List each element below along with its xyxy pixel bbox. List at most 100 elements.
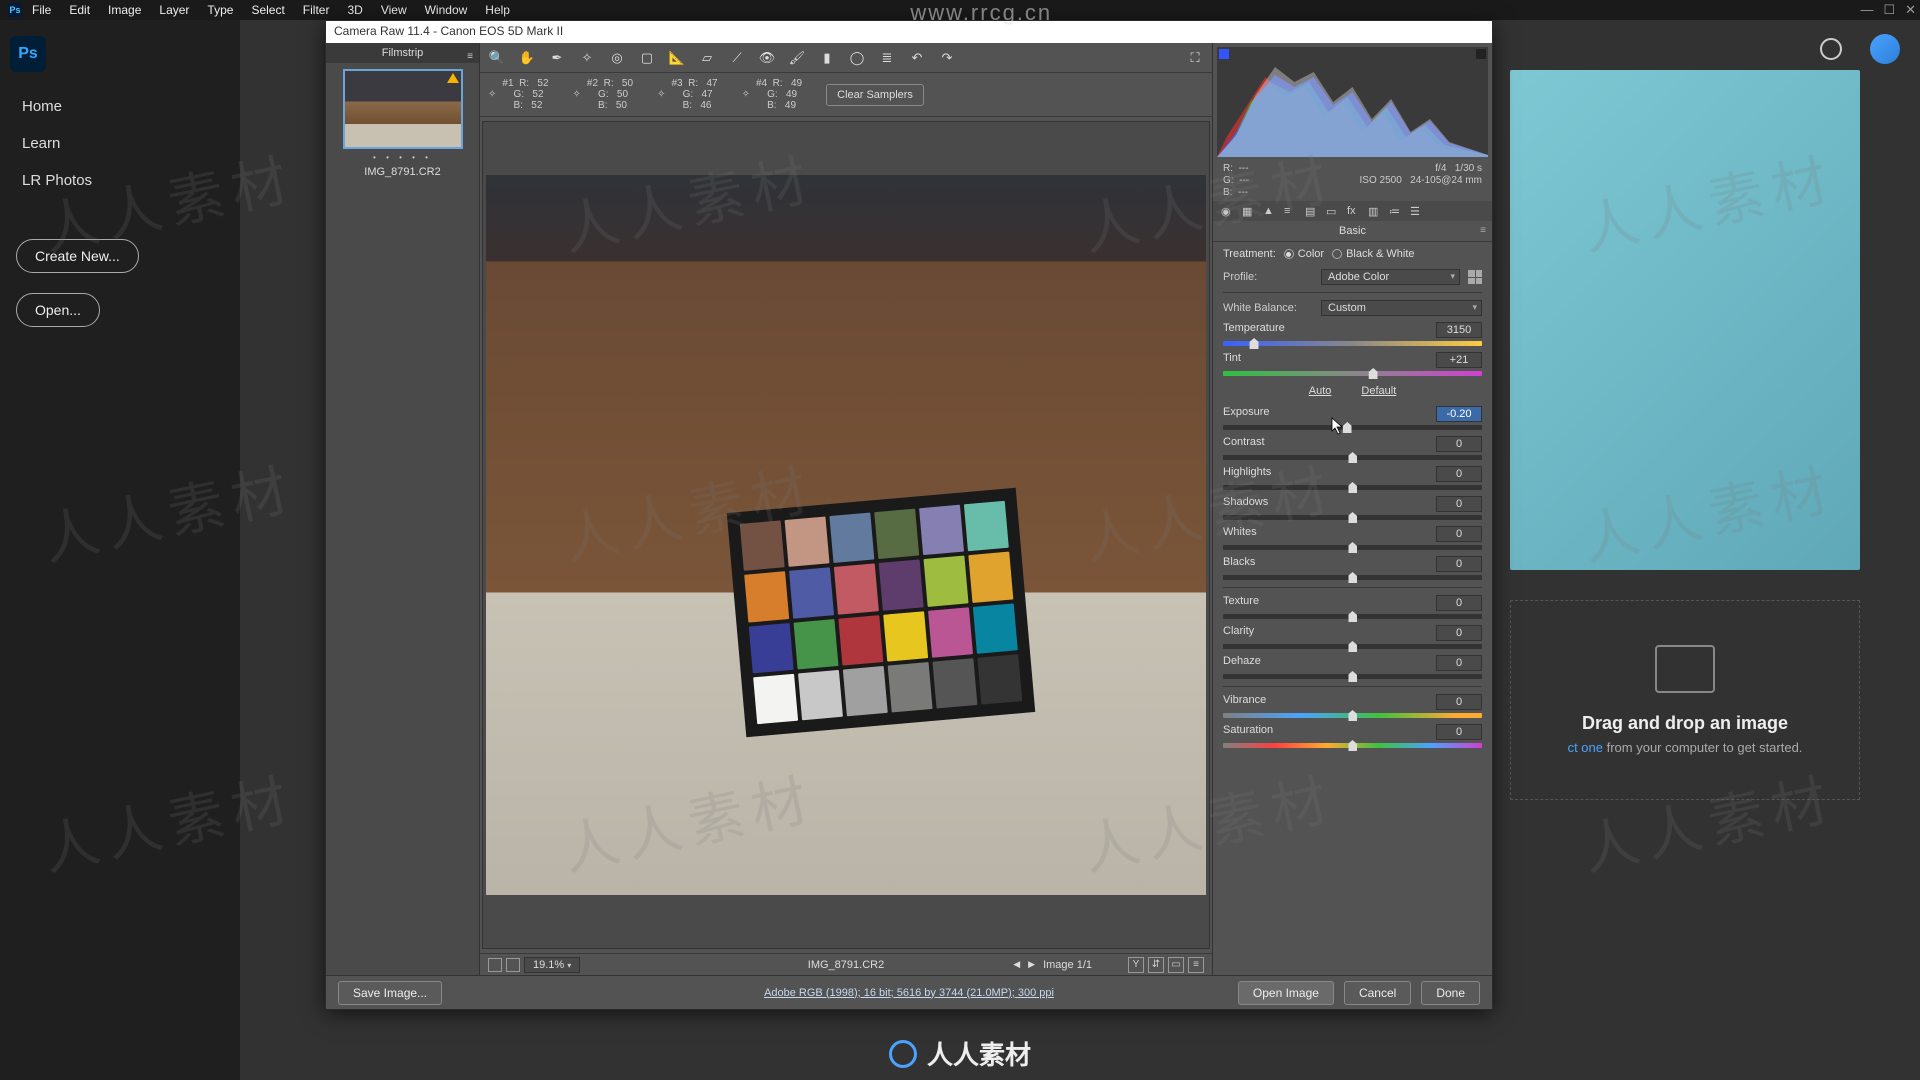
exposure-slider[interactable]: Exposure-0.20 [1213, 403, 1492, 433]
ps-logo-icon: Ps [10, 36, 46, 72]
spot-removal-icon[interactable]: ⟋ [728, 49, 746, 67]
clear-samplers-button[interactable]: Clear Samplers [826, 84, 924, 106]
done-button[interactable]: Done [1421, 981, 1480, 1005]
clarity-slider[interactable]: Clarity0 [1213, 622, 1492, 652]
graduated-filter-icon[interactable]: ▮ [818, 49, 836, 67]
rotate-cw-icon[interactable]: ↷ [938, 49, 956, 67]
default-link[interactable]: Default [1361, 385, 1396, 397]
crop-tool-icon[interactable]: ▢ [638, 49, 656, 67]
wb-dropdown[interactable]: Custom [1321, 300, 1482, 316]
vibrance-slider[interactable]: Vibrance0 [1213, 691, 1492, 721]
temperature-slider[interactable]: Temperature3150 [1213, 319, 1492, 349]
saturation-slider[interactable]: Saturation0 [1213, 721, 1492, 751]
adjustment-brush-icon[interactable]: 🖌 [788, 49, 806, 67]
menu-window[interactable]: Window [425, 3, 468, 17]
filmstrip-header: Filmstrip ≡ [326, 43, 479, 63]
promo-image [1510, 70, 1860, 570]
preview-canvas[interactable] [482, 121, 1210, 949]
fill-icon[interactable] [506, 958, 520, 972]
open-image-button[interactable]: Open Image [1238, 981, 1334, 1005]
thumbnail[interactable]: • • • • • IMG_8791.CR2 [343, 69, 463, 178]
nav-learn[interactable]: Learn [0, 125, 240, 162]
shadow-clip-icon[interactable] [1219, 49, 1229, 59]
camera-raw-window: Camera Raw 11.4 - Canon EOS 5D Mark II F… [325, 20, 1493, 1010]
tab-lens-icon[interactable]: ▭ [1326, 205, 1339, 218]
rotate-ccw-icon[interactable]: ↶ [908, 49, 926, 67]
tint-slider[interactable]: Tint+21 [1213, 349, 1492, 379]
shadows-slider[interactable]: Shadows0 [1213, 493, 1492, 523]
menu-select[interactable]: Select [251, 3, 284, 17]
dehaze-slider[interactable]: Dehaze0 [1213, 652, 1492, 682]
nav-lrphotos[interactable]: LR Photos [0, 162, 240, 199]
window-minimize-icon[interactable]: — [1860, 2, 1873, 18]
blacks-slider[interactable]: Blacks0 [1213, 553, 1492, 583]
color-sampler-icon[interactable]: ✧ [578, 49, 596, 67]
sampler-eyedropper-icon: ✧ [657, 89, 665, 100]
menu-filter[interactable]: Filter [303, 3, 330, 17]
panel-menu-icon[interactable]: ≡ [1480, 225, 1486, 236]
texture-slider[interactable]: Texture0 [1213, 592, 1492, 622]
cancel-button[interactable]: Cancel [1344, 981, 1411, 1005]
open-button[interactable]: Open... [16, 293, 100, 327]
tab-hsl-icon[interactable]: ≡ [1284, 205, 1297, 218]
menu-help[interactable]: Help [485, 3, 510, 17]
nav-home[interactable]: Home [0, 88, 240, 125]
profile-dropdown[interactable]: Adobe Color [1321, 269, 1460, 285]
menu-type[interactable]: Type [207, 3, 233, 17]
hand-tool-icon[interactable]: ✋ [518, 49, 536, 67]
zoom-tool-icon[interactable]: 🔍 [488, 49, 506, 67]
redeye-tool-icon[interactable]: 👁 [758, 49, 776, 67]
zoom-dropdown[interactable]: 19.1% ▾ [524, 957, 580, 973]
tab-fx-icon[interactable]: fx [1347, 205, 1360, 218]
tab-curve-icon[interactable]: ▦ [1242, 205, 1255, 218]
tab-basic-icon[interactable]: ◉ [1221, 205, 1234, 218]
user-avatar[interactable] [1870, 34, 1900, 64]
drag-title: Drag and drop an image [1582, 713, 1788, 734]
tab-presets-icon[interactable]: ≔ [1389, 205, 1402, 218]
menu-3d[interactable]: 3D [347, 3, 362, 17]
treatment-color-radio[interactable]: Color [1284, 248, 1324, 260]
fullscreen-icon[interactable]: ⛶ [1186, 49, 1204, 67]
contrast-slider[interactable]: Contrast0 [1213, 433, 1492, 463]
workflow-link[interactable]: Adobe RGB (1998); 16 bit; 5616 by 3744 (… [764, 987, 1054, 999]
fit-icon[interactable] [488, 958, 502, 972]
transform-tool-icon[interactable]: ▱ [698, 49, 716, 67]
search-icon[interactable] [1820, 38, 1842, 60]
wb-eyedropper-icon[interactable]: ✒ [548, 49, 566, 67]
view-settings-icon[interactable]: ≡ [1188, 957, 1204, 973]
before-after-icon[interactable]: Y [1128, 957, 1144, 973]
menu-edit[interactable]: Edit [69, 3, 90, 17]
create-new-button[interactable]: Create New... [16, 239, 139, 273]
cr-toolbar: 🔍 ✋ ✒ ✧ ◎ ▢ 📐 ▱ ⟋ 👁 🖌 ▮ ◯ ≣ ↶ ↷ ⛶ [480, 43, 1212, 73]
thumbnail-image [343, 69, 463, 149]
save-image-button[interactable]: Save Image... [338, 981, 442, 1005]
tab-detail-icon[interactable]: ▲ [1263, 205, 1276, 218]
highlight-clip-icon[interactable] [1476, 49, 1486, 59]
window-close-icon[interactable]: ✕ [1905, 2, 1916, 18]
radial-filter-icon[interactable]: ◯ [848, 49, 866, 67]
tab-split-icon[interactable]: ▤ [1305, 205, 1318, 218]
preferences-icon[interactable]: ≣ [878, 49, 896, 67]
sampler-eyedropper-icon: ✧ [742, 89, 750, 100]
drag-drop-area[interactable]: Drag and drop an image ct one from your … [1510, 600, 1860, 800]
target-adjust-icon[interactable]: ◎ [608, 49, 626, 67]
copy-settings-icon[interactable]: ▭ [1168, 957, 1184, 973]
menu-view[interactable]: View [381, 3, 407, 17]
prev-image-icon[interactable]: ◀ [1013, 959, 1020, 970]
straighten-tool-icon[interactable]: 📐 [668, 49, 686, 67]
window-maximize-icon[interactable]: ☐ [1883, 2, 1895, 18]
swap-icon[interactable]: ⇵ [1148, 957, 1164, 973]
whites-slider[interactable]: Whites0 [1213, 523, 1492, 553]
filmstrip-panel: Filmstrip ≡ • • • • • IMG_8791.CR2 [326, 43, 480, 975]
auto-link[interactable]: Auto [1309, 385, 1332, 397]
filmstrip-menu-icon[interactable]: ≡ [467, 47, 473, 67]
menu-layer[interactable]: Layer [159, 3, 189, 17]
tab-calibration-icon[interactable]: ▥ [1368, 205, 1381, 218]
menu-file[interactable]: File [32, 3, 51, 17]
highlights-slider[interactable]: Highlights0 [1213, 463, 1492, 493]
profile-browser-icon[interactable] [1468, 270, 1482, 284]
menu-image[interactable]: Image [108, 3, 141, 17]
next-image-icon[interactable]: ▶ [1028, 959, 1035, 970]
tab-snapshots-icon[interactable]: ☰ [1410, 205, 1423, 218]
treatment-bw-radio[interactable]: Black & White [1332, 248, 1414, 260]
